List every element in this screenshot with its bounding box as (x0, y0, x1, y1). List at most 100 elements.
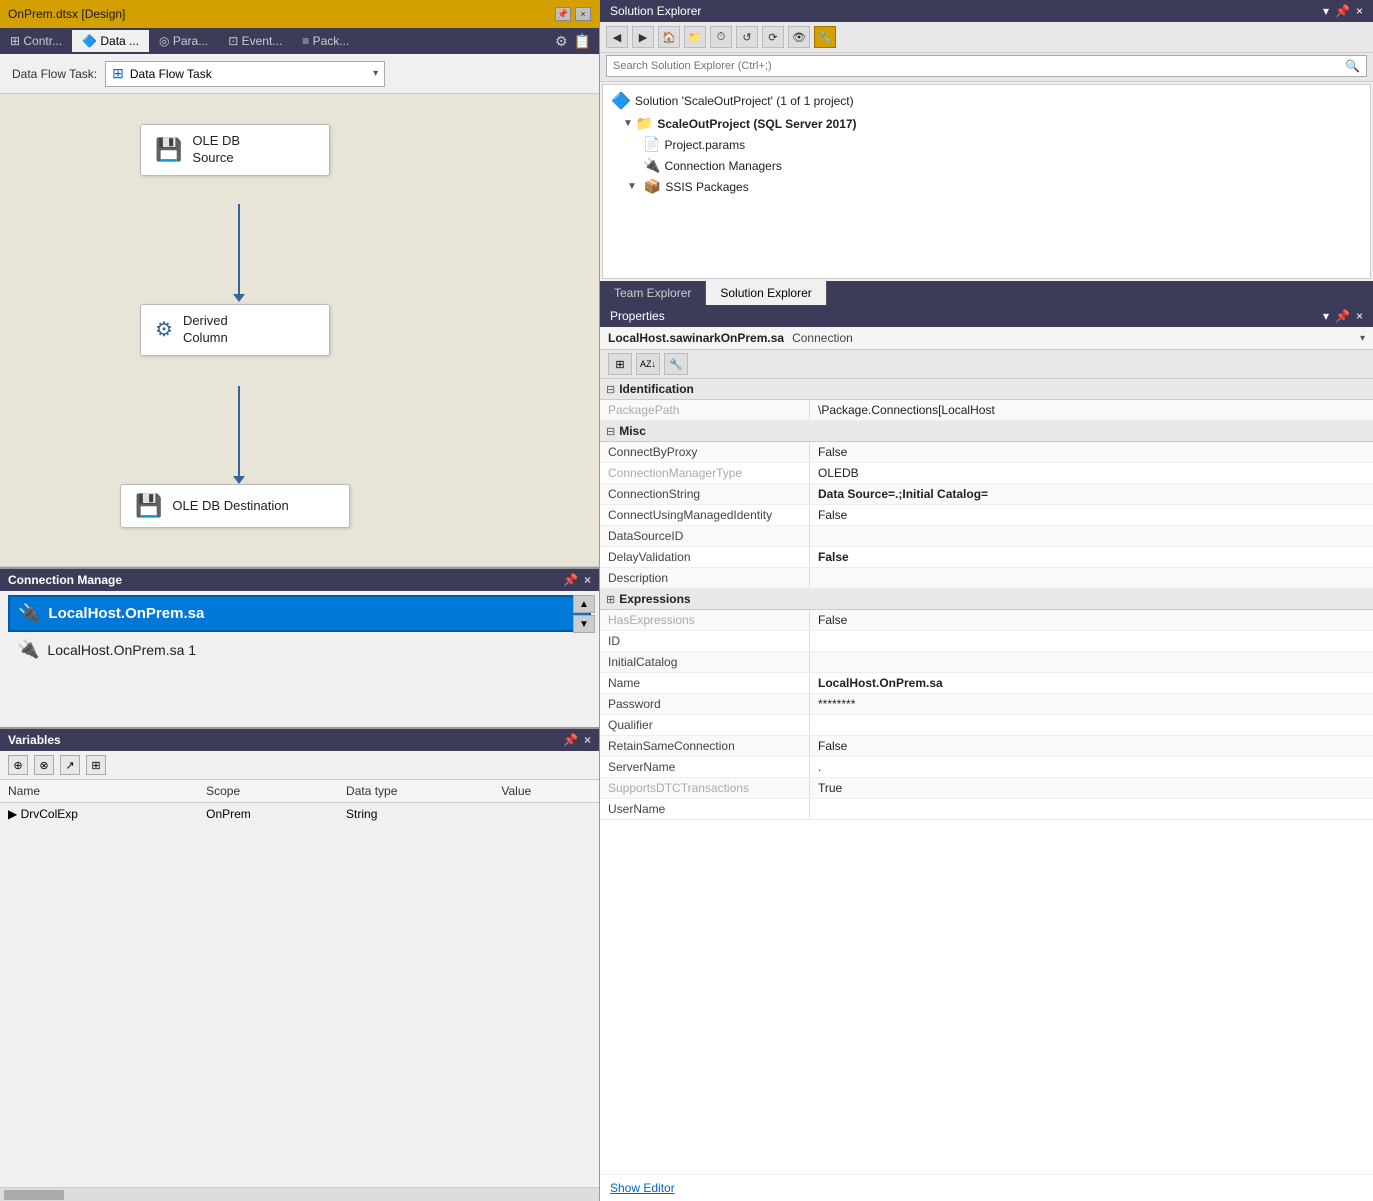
prop-section-misc[interactable]: ⊟ Misc (600, 421, 1373, 442)
right-panel: Solution Explorer ▾ 📌 × ◀ ▶ 🏠 📁 ⏱ ↺ ⟳ 👁 … (600, 0, 1373, 1201)
ole-db-dest-node[interactable]: 💾 OLE DB Destination (120, 484, 350, 528)
variables-close-icon[interactable]: × (584, 733, 591, 747)
prop-value-datasourceid (810, 526, 1373, 546)
tree-label-project: ScaleOutProject (SQL Server 2017) (657, 117, 856, 131)
prop-object-row: LocalHost.sawinarkOnPrem.sa Connection ▾ (600, 327, 1373, 350)
conn-item-2[interactable]: 🔌 LocalHost.OnPrem.sa 1 (8, 632, 591, 667)
tab-solution-explorer-label: Solution Explorer (720, 286, 811, 300)
arrow-line-2 (238, 386, 240, 476)
prop-row-password: Password ******** (600, 694, 1373, 715)
tab-control-flow[interactable]: ⊞ Contr... (0, 30, 72, 52)
sol-pin-icon: ▾ (1323, 4, 1329, 18)
prop-section-expressions[interactable]: ⊞ Expressions (600, 589, 1373, 610)
pin-button[interactable]: 📌 (555, 7, 571, 21)
sol-close-icon[interactable]: × (1356, 4, 1363, 18)
prop-row-datasourceid: DataSourceID (600, 526, 1373, 547)
close-button[interactable]: × (575, 7, 591, 21)
prop-title-bar: Properties ▾ 📌 × (600, 305, 1373, 327)
dest-node-icon: 💾 (135, 493, 162, 519)
close-icon: × (584, 573, 591, 587)
prop-close-icon[interactable]: × (1356, 309, 1363, 323)
prop-name-description: Description (600, 568, 810, 588)
prop-row-description: Description (600, 568, 1373, 589)
variables-toolbar: ⊕ ⊗ ↗ ⊞ (0, 751, 599, 780)
tab-event-handlers-label: ⊡ Event... (228, 34, 282, 48)
var-tool-1[interactable]: ⊕ (8, 755, 28, 775)
conn-manager-title: Connection Manage (8, 573, 122, 587)
prop-grid-btn[interactable]: ⊞ (608, 353, 632, 375)
h-scrollbar[interactable] (0, 1187, 599, 1201)
tab-team-explorer-label: Team Explorer (614, 286, 691, 300)
tree-item-project[interactable]: ▼ 📁 ScaleOutProject (SQL Server 2017) (603, 113, 1370, 134)
prop-value-retainsame: False (810, 736, 1373, 756)
tree-label-connections: Connection Managers (664, 159, 781, 173)
prop-object-dropdown[interactable]: ▾ (1360, 333, 1365, 344)
properties-panel: Properties ▾ 📌 × LocalHost.sawinarkOnPre… (600, 305, 1373, 1201)
tab-parameters[interactable]: ◎ Para... (149, 30, 218, 52)
tab-event-handlers[interactable]: ⊡ Event... (218, 30, 292, 52)
toolbar-icon-2: 📋 (574, 33, 591, 50)
prop-row-retainsame: RetainSameConnection False (600, 736, 1373, 757)
prop-row-connstring: ConnectionString Data Source=.;Initial C… (600, 484, 1373, 505)
tree-label-params: Project.params (664, 138, 745, 152)
derived-node-icon: ⚙ (155, 317, 173, 342)
arrow-head-2 (233, 476, 245, 484)
prop-name-connmgrtype: ConnectionManagerType (600, 463, 810, 483)
prop-sort-btn[interactable]: AZ↓ (636, 353, 660, 375)
derived-column-node[interactable]: ⚙ DerivedColumn (140, 304, 330, 356)
ole-db-source-node[interactable]: 💾 OLE DBSource (140, 124, 330, 176)
prop-toolbar: ⊞ AZ↓ 🔧 (600, 350, 1373, 379)
task-dropdown-arrow: ▾ (373, 68, 378, 79)
tab-solution-explorer[interactable]: Solution Explorer (706, 281, 826, 305)
var-tool-4[interactable]: ⊞ (86, 755, 106, 775)
tree-icon-connections: 🔌 (643, 157, 660, 174)
tab-package-explorer[interactable]: ≡ Pack... (292, 30, 359, 52)
tree-item-packages[interactable]: ▼ 📦 SSIS Packages (603, 176, 1370, 197)
prop-value-connectmanaged: False (810, 505, 1373, 525)
tree-item-solution[interactable]: 🔷 Solution 'ScaleOutProject' (1 of 1 pro… (603, 89, 1370, 113)
show-editor-link[interactable]: Show Editor (600, 1174, 1373, 1201)
tree-arrow-project: ▼ (623, 118, 633, 129)
prop-value-supportsdtc: True (810, 778, 1373, 798)
task-dropdown[interactable]: ⊞ Data Flow Task ▾ (105, 61, 385, 87)
tab-control-flow-label: ⊞ Contr... (10, 34, 62, 48)
tree-item-connections[interactable]: 🔌 Connection Managers (603, 155, 1370, 176)
conn-item-1[interactable]: 🔌 LocalHost.OnPrem.sa (8, 595, 591, 632)
sol-folder-btn[interactable]: 📁 (684, 26, 706, 48)
sol-search-input[interactable] (613, 60, 1345, 72)
var-row-1[interactable]: ▶ DrvColExp OnPrem String (0, 803, 599, 826)
var-table-container: Name Scope Data type Value ▶ DrvColExp O… (0, 780, 599, 1187)
prop-row-qualifier: Qualifier (600, 715, 1373, 736)
prop-wrench-btn[interactable]: 🔧 (664, 353, 688, 375)
tree-item-params[interactable]: 📄 Project.params (603, 134, 1370, 155)
conn-scroll-down[interactable]: ▼ (573, 615, 595, 633)
prop-value-connmgrtype: OLEDB (810, 463, 1373, 483)
prop-value-connstring: Data Source=.;Initial Catalog= (810, 484, 1373, 504)
title-bar: OnPrem.dtsx [Design] 📌 × (0, 0, 599, 28)
sol-back-btn[interactable]: ◀ (606, 26, 628, 48)
prop-row-id: ID (600, 631, 1373, 652)
prop-value-password: ******** (810, 694, 1373, 714)
sol-explorer-title-bar: Solution Explorer ▾ 📌 × (600, 0, 1373, 22)
sol-search-box[interactable]: 🔍 (606, 55, 1367, 77)
var-col-scope: Scope (198, 780, 338, 803)
sol-timer-btn[interactable]: ⏱ (710, 26, 732, 48)
sol-preview-btn[interactable]: 👁 (788, 26, 810, 48)
prop-name-id: ID (600, 631, 810, 651)
sol-sync-btn[interactable]: ⟳ (762, 26, 784, 48)
conn-scroll-up[interactable]: ▲ (573, 595, 595, 613)
var-table: Name Scope Data type Value ▶ DrvColExp O… (0, 780, 599, 826)
sol-forward-btn[interactable]: ▶ (632, 26, 654, 48)
sol-refresh-btn[interactable]: ↺ (736, 26, 758, 48)
solution-explorer: Solution Explorer ▾ 📌 × ◀ ▶ 🏠 📁 ⏱ ↺ ⟳ 👁 … (600, 0, 1373, 305)
tab-team-explorer[interactable]: Team Explorer (600, 281, 706, 305)
tab-data-flow[interactable]: 🔷 Data ... (72, 30, 149, 52)
prop-value-packagepath: \Package.Connections[LocalHost (810, 400, 1373, 420)
var-tool-2[interactable]: ⊗ (34, 755, 54, 775)
var-tool-3[interactable]: ↗ (60, 755, 80, 775)
prop-section-identification[interactable]: ⊟ Identification (600, 379, 1373, 400)
design-canvas[interactable]: 💾 OLE DBSource ⚙ DerivedColumn 💾 OLE DB … (0, 94, 599, 567)
sol-home-btn[interactable]: 🏠 (658, 26, 680, 48)
prop-name-connectmanaged: ConnectUsingManagedIdentity (600, 505, 810, 525)
sol-properties-btn[interactable]: 🔧 (814, 26, 836, 48)
